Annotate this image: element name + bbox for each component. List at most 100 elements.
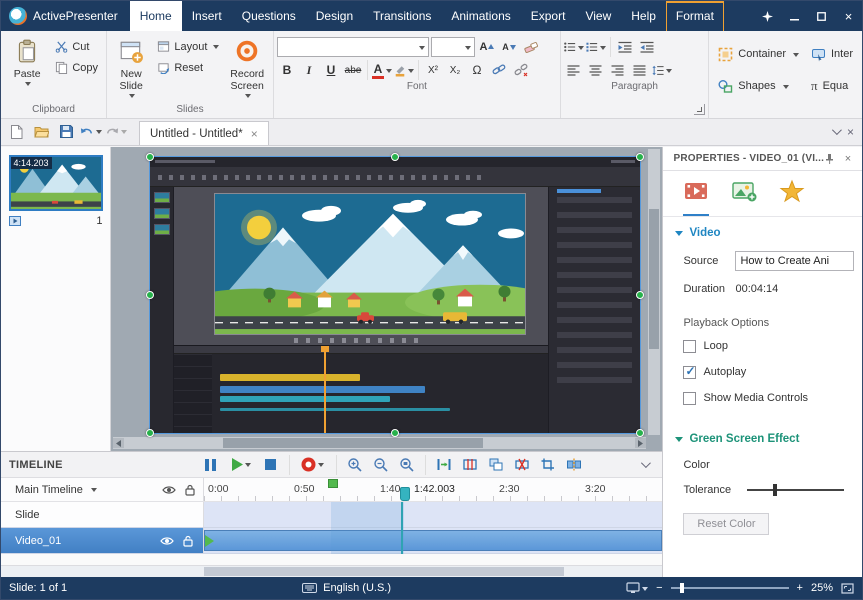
panel-close-icon[interactable]: × [847, 125, 854, 139]
resize-handle-middle-left[interactable] [146, 291, 154, 299]
autoplay-checkbox-row[interactable]: Autoplay [663, 359, 862, 385]
new-document-button[interactable] [5, 121, 27, 143]
zoom-in-timeline-icon[interactable] [345, 455, 365, 475]
close-button[interactable]: × [835, 1, 862, 31]
zoom-fit-timeline-icon[interactable] [397, 455, 417, 475]
font-size-select[interactable] [431, 37, 475, 57]
insert-time-icon[interactable] [434, 455, 454, 475]
video-track-lock-icon[interactable] [183, 535, 193, 547]
video-section-header[interactable]: Video [675, 227, 862, 239]
justify-button[interactable] [630, 60, 650, 80]
maximize-button[interactable] [808, 1, 835, 31]
show-media-controls-checkbox[interactable] [683, 392, 696, 405]
tab-insert[interactable]: Insert [182, 1, 232, 31]
tab-media[interactable] [683, 179, 709, 216]
scroll-right-arrow-icon[interactable] [635, 438, 646, 448]
zoom-in-button[interactable]: + [797, 582, 803, 594]
range-start-marker[interactable] [328, 479, 338, 488]
copy-range-icon[interactable] [486, 455, 506, 475]
resize-handle-bottom-left[interactable] [146, 429, 154, 437]
align-right-button[interactable] [608, 60, 628, 80]
record-narration-button[interactable] [298, 455, 328, 475]
pause-button[interactable] [201, 455, 221, 475]
copy-button[interactable]: Copy [50, 57, 103, 78]
save-button[interactable] [55, 121, 77, 143]
tab-view[interactable]: View [575, 1, 621, 31]
tab-export[interactable]: Export [521, 1, 576, 31]
timeline-track-selector[interactable]: Main Timeline [1, 478, 204, 501]
paragraph-dialog-launcher-icon[interactable] [694, 104, 705, 115]
timeline-more-icon[interactable] [641, 459, 654, 471]
timeline-horizontal-scrollbar[interactable] [1, 565, 662, 577]
align-center-button[interactable] [586, 60, 606, 80]
green-screen-section-header[interactable]: Green Screen Effect [675, 433, 862, 445]
crop-range-icon[interactable] [538, 455, 558, 475]
equation-button[interactable]: π Equa [805, 74, 859, 98]
tab-transitions[interactable]: Transitions [363, 1, 441, 31]
slide-thumbnail[interactable]: 4:14.203 [9, 155, 103, 211]
lock-column-icon[interactable] [185, 484, 195, 496]
tab-design[interactable]: Design [306, 1, 363, 31]
record-screen-button[interactable]: Record Screen [224, 34, 270, 99]
tab-questions[interactable]: Questions [232, 1, 306, 31]
video-track[interactable] [204, 528, 662, 553]
zoom-out-timeline-icon[interactable] [371, 455, 391, 475]
language-status[interactable]: English (U.S.) [323, 582, 391, 594]
cut-range-icon[interactable] [460, 455, 480, 475]
canvas[interactable] [111, 147, 662, 451]
playhead-marker[interactable] [400, 487, 410, 501]
minimize-button[interactable] [781, 1, 808, 31]
video-object[interactable] [150, 157, 640, 433]
source-input[interactable] [735, 251, 854, 271]
show-media-controls-checkbox-row[interactable]: Show Media Controls [663, 385, 862, 411]
loop-checkbox[interactable] [683, 340, 696, 353]
open-button[interactable] [30, 121, 52, 143]
resize-handle-top-center[interactable] [391, 153, 399, 161]
loop-checkbox-row[interactable]: Loop [663, 333, 862, 359]
decrease-indent-button[interactable] [615, 37, 635, 57]
tab-format[interactable]: Format [666, 1, 724, 31]
tab-home[interactable]: Home [130, 1, 182, 31]
undo-button[interactable] [80, 121, 102, 143]
video-clip[interactable] [204, 530, 662, 551]
symbol-button[interactable]: Ω [467, 60, 487, 80]
decrease-font-size-button[interactable]: A [499, 37, 519, 57]
tab-image[interactable] [731, 179, 757, 216]
reset-button[interactable]: Reset [152, 57, 224, 78]
canvas-horizontal-scrollbar[interactable] [113, 437, 646, 449]
tolerance-slider[interactable] [747, 489, 844, 491]
numbered-list-button[interactable] [586, 37, 606, 57]
properties-close-icon[interactable]: × [840, 153, 856, 165]
layout-button[interactable]: Layout [152, 36, 224, 57]
playhead-line[interactable] [401, 502, 403, 554]
align-left-button[interactable] [564, 60, 584, 80]
font-color-button[interactable]: A [372, 60, 392, 80]
delete-range-icon[interactable] [512, 455, 532, 475]
resize-handle-bottom-right[interactable] [636, 429, 644, 437]
resize-handle-top-right[interactable] [636, 153, 644, 161]
increase-indent-button[interactable] [637, 37, 657, 57]
strikethrough-button[interactable]: abe [343, 60, 363, 80]
underline-button[interactable]: U [321, 60, 341, 80]
preview-monitor-icon[interactable] [626, 582, 648, 594]
font-family-select[interactable] [277, 37, 429, 57]
panel-collapse-icon[interactable] [832, 125, 842, 135]
line-spacing-button[interactable] [652, 60, 672, 80]
interactions-button[interactable]: Inter [805, 42, 859, 66]
play-button[interactable] [227, 455, 255, 475]
pin-icon[interactable] [754, 1, 781, 31]
zoom-slider-thumb[interactable] [680, 583, 684, 593]
new-slide-button[interactable]: New Slide [110, 34, 152, 99]
remove-link-button[interactable] [511, 60, 531, 80]
reset-color-button[interactable]: Reset Color [683, 513, 769, 535]
scroll-left-arrow-icon[interactable] [113, 438, 124, 448]
shapes-button[interactable]: Shapes [712, 74, 805, 98]
insert-link-button[interactable] [489, 60, 509, 80]
slide-track[interactable] [204, 502, 662, 527]
resize-handle-bottom-center[interactable] [391, 429, 399, 437]
tab-help[interactable]: Help [621, 1, 666, 31]
bold-button[interactable]: B [277, 60, 297, 80]
cut-button[interactable]: Cut [50, 36, 103, 57]
bullet-list-button[interactable] [564, 37, 584, 57]
document-tab-close-icon[interactable]: × [251, 127, 258, 141]
